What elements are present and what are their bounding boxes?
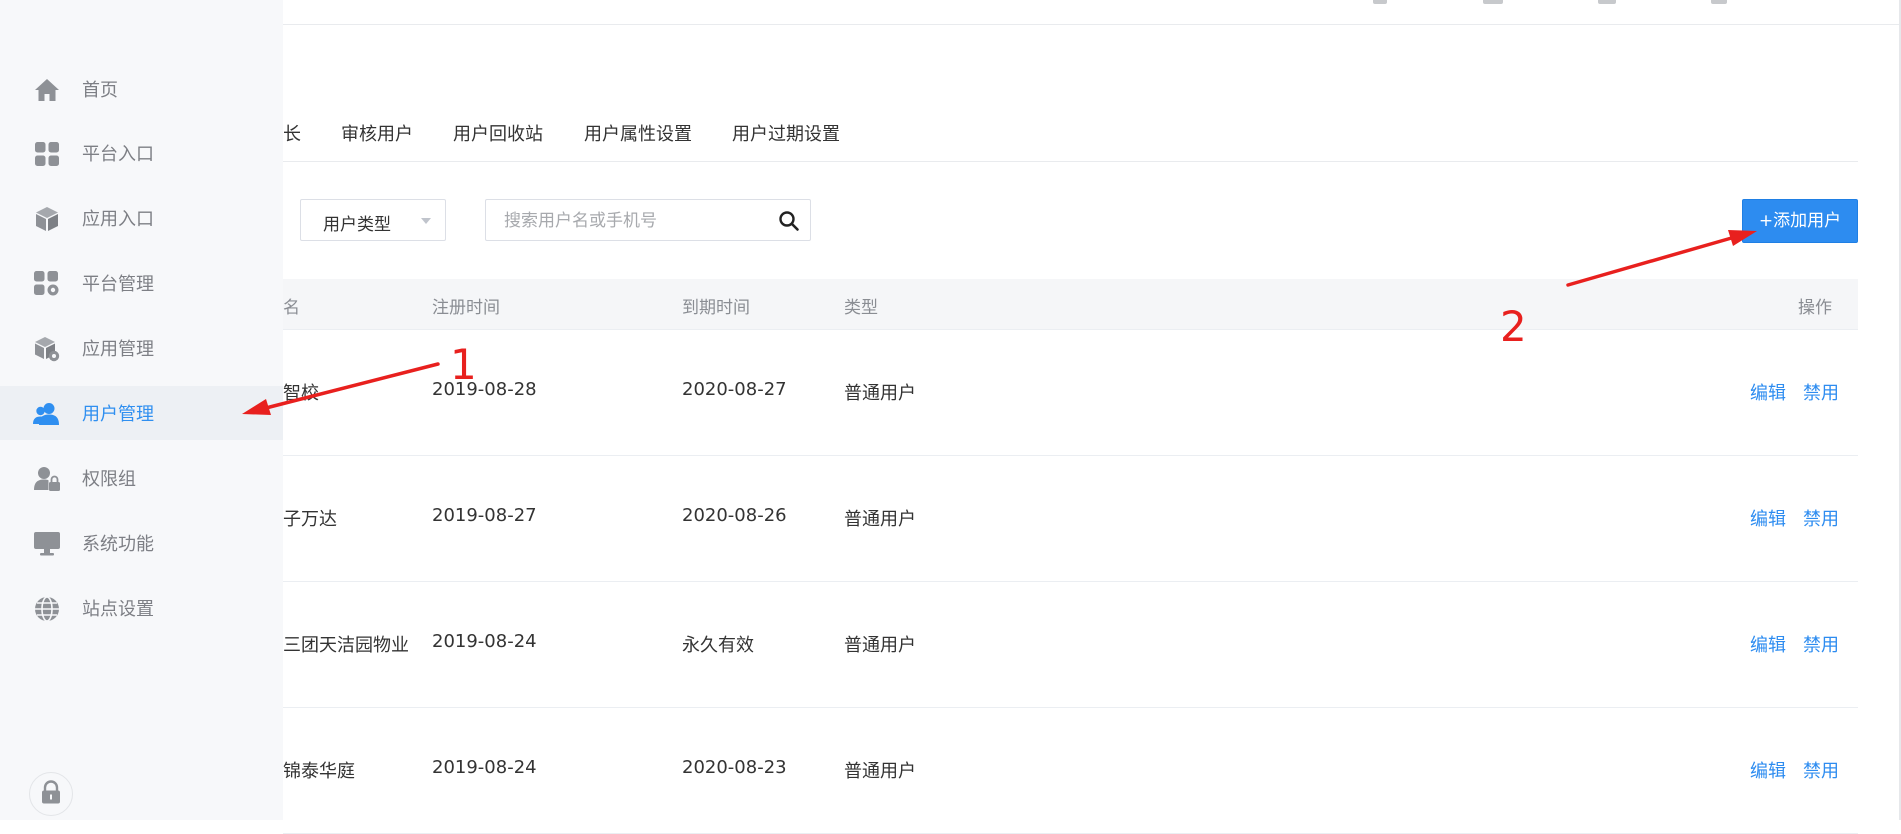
chevron-down-icon (421, 218, 431, 224)
search-icon[interactable] (778, 210, 800, 232)
sidebar-item-permission-group[interactable]: 权限组 (0, 451, 283, 505)
edit-link[interactable]: 编辑 (1750, 757, 1786, 783)
lock-sidebar-button[interactable] (29, 772, 73, 816)
sidebar-item-label: 用户管理 (82, 404, 154, 425)
cell-expire-time: 永久有效 (682, 635, 754, 656)
sidebar-item-label: 系统功能 (82, 534, 154, 555)
lock-icon (40, 780, 62, 808)
cell-register-time: 2019-08-27 (432, 505, 537, 526)
cube-gear-icon (33, 335, 61, 363)
grid-gear-icon (33, 270, 61, 298)
disable-link[interactable]: 禁用 (1803, 631, 1839, 657)
column-header-type: 类型 (844, 298, 878, 318)
sidebar-item-app-entry[interactable]: 应用入口 (0, 191, 283, 245)
table-row: 三团天洁园物业 2019-08-24 永久有效 普通用户 编辑 禁用 (283, 581, 1858, 708)
annotation-arrow-2 (1566, 230, 1757, 287)
sidebar-item-label: 应用入口 (82, 209, 154, 230)
sidebar-item-label: 应用管理 (82, 339, 154, 360)
cell-type: 普通用户 (844, 383, 916, 404)
monitor-icon (33, 530, 61, 558)
cell-name: 智校 (283, 383, 319, 404)
search-box (485, 199, 811, 242)
toolbar-icon[interactable] (1598, 0, 1616, 4)
cube-icon (33, 205, 61, 233)
cell-register-time: 2019-08-24 (432, 631, 537, 652)
tab-partial[interactable]: 长 (283, 120, 301, 146)
search-input[interactable] (502, 200, 766, 242)
sidebar-item-label: 权限组 (82, 469, 136, 490)
user-type-select[interactable]: 用户类型 (300, 199, 446, 241)
sidebar-item-label: 站点设置 (82, 599, 154, 620)
cell-expire-time: 2020-08-27 (682, 379, 787, 400)
column-header-register-time: 注册时间 (432, 298, 500, 318)
edit-link[interactable]: 编辑 (1750, 379, 1786, 405)
table-row: 子万达 2019-08-27 2020-08-26 普通用户 编辑 禁用 (283, 455, 1858, 582)
annotation-number-1: 1 (450, 340, 477, 389)
home-icon (33, 76, 61, 104)
sidebar-item-platform-entry[interactable]: 平台入口 (0, 126, 283, 180)
cell-type: 普通用户 (844, 761, 916, 782)
sidebar-item-platform-manage[interactable]: 平台管理 (0, 256, 283, 310)
edit-link[interactable]: 编辑 (1750, 631, 1786, 657)
column-header-expire-time: 到期时间 (682, 298, 750, 318)
user-tabs: 长 审核用户 用户回收站 用户属性设置 用户过期设置 (283, 110, 1858, 162)
cell-expire-time: 2020-08-26 (682, 505, 787, 526)
top-bar (283, 0, 1901, 25)
toolbar-icon[interactable] (1483, 0, 1503, 4)
grid-icon (33, 140, 61, 168)
tab-user-attribute-settings[interactable]: 用户属性设置 (584, 120, 692, 146)
globe-icon (33, 595, 61, 623)
cell-type: 普通用户 (844, 635, 916, 656)
cell-name: 锦泰华庭 (283, 761, 355, 782)
toolbar-icon[interactable] (1373, 0, 1387, 4)
user-type-select-value: 用户类型 (323, 215, 391, 235)
cell-type: 普通用户 (844, 509, 916, 530)
add-user-button[interactable]: +添加用户 (1742, 199, 1858, 243)
sidebar-item-label: 平台管理 (82, 274, 154, 295)
disable-link[interactable]: 禁用 (1803, 505, 1839, 531)
sidebar-item-user-manage[interactable]: 用户管理 (0, 386, 283, 440)
tab-review-users[interactable]: 审核用户 (341, 120, 413, 146)
cell-name: 子万达 (283, 509, 337, 530)
annotation-number-2: 2 (1500, 302, 1527, 351)
cell-name: 三团天洁园物业 (283, 635, 409, 656)
table-header: 名 注册时间 到期时间 类型 操作 (283, 279, 1858, 330)
sidebar-item-system-functions[interactable]: 系统功能 (0, 516, 283, 570)
toolbar-icon[interactable] (1711, 0, 1727, 4)
disable-link[interactable]: 禁用 (1803, 757, 1839, 783)
cell-register-time: 2019-08-24 (432, 757, 537, 778)
table-row: 智校 2019-08-28 2020-08-27 普通用户 编辑 禁用 (283, 329, 1858, 456)
cell-register-time: 2019-08-28 (432, 379, 537, 400)
sidebar-item-home[interactable]: 首页 (0, 62, 283, 116)
tab-user-recycle-bin[interactable]: 用户回收站 (453, 120, 543, 146)
table-row: 锦泰华庭 2019-08-24 2020-08-23 普通用户 编辑 禁用 (283, 707, 1858, 834)
user-lock-icon (33, 465, 61, 493)
sidebar-item-site-settings[interactable]: 站点设置 (0, 581, 283, 635)
users-icon (33, 400, 61, 428)
column-header-name: 名 (283, 298, 300, 318)
cell-expire-time: 2020-08-23 (682, 757, 787, 778)
column-header-actions: 操作 (1798, 298, 1832, 318)
sidebar-item-label: 首页 (82, 80, 118, 101)
edit-link[interactable]: 编辑 (1750, 505, 1786, 531)
sidebar: 首页 平台入口 应用入口 平台管理 应用管理 用户管理 权限组 系统功能 站点设… (0, 0, 283, 820)
sidebar-item-label: 平台入口 (82, 144, 154, 165)
sidebar-item-app-manage[interactable]: 应用管理 (0, 321, 283, 375)
tab-user-expiry-settings[interactable]: 用户过期设置 (732, 120, 840, 146)
disable-link[interactable]: 禁用 (1803, 379, 1839, 405)
